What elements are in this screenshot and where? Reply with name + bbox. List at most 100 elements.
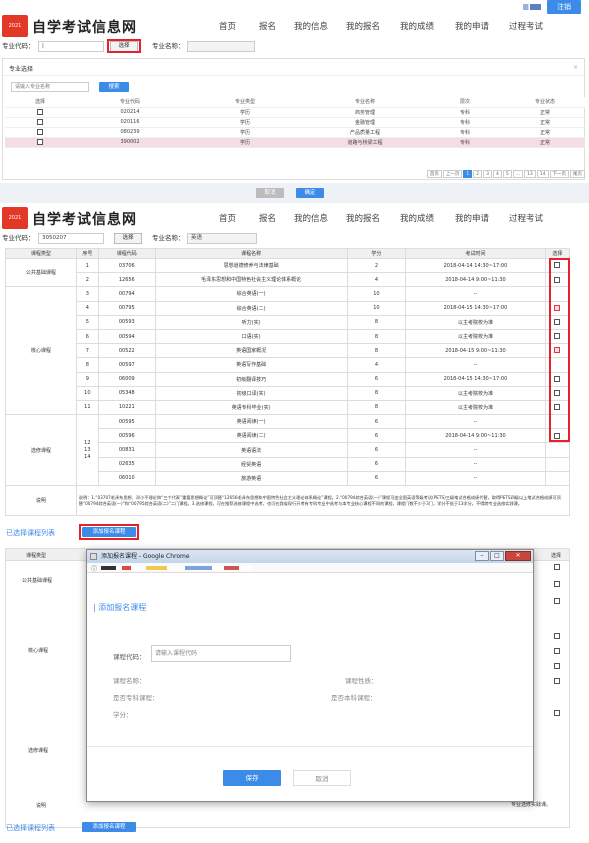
major-name-input[interactable] [187,41,255,52]
course-checkbox[interactable] [554,710,560,716]
confirm-button[interactable]: 确定 [296,188,324,198]
nav-register[interactable]: 报名 [259,20,276,32]
course-checkbox-checked[interactable] [554,347,561,354]
course-checkbox[interactable] [554,633,560,639]
page-4[interactable]: 4 [492,170,502,178]
cancel-button[interactable]: 取消 [256,188,284,198]
nav-process-exam[interactable]: 过程考试 [509,20,543,32]
add-course-button[interactable]: 添加报名课程 [82,822,136,832]
table-row[interactable]: 10 05348 初级口译(实) 8 以主考院校为准 [6,385,571,401]
nav-my-info[interactable]: 我的信息 [294,212,328,224]
page-5[interactable]: 5 [502,170,512,178]
course-code-input[interactable]: 请输入课程代码 [151,645,291,662]
table-row[interactable]: 选修课程 12 13 14 00595 英语阅读(一) 6 -- [5,414,571,486]
page-2[interactable]: 2 [473,170,483,178]
nav-register[interactable]: 报名 [259,212,276,224]
nav-my-registration[interactable]: 我的报名 [346,20,380,32]
major-code-input[interactable]: | [38,41,104,52]
table-row[interactable]: 4 00795 综合英语(二) 10 2018-04-15 14:30~17:00 [6,300,571,316]
page-next[interactable]: 下一页 [549,170,569,178]
table-row[interactable]: 8 00597 英语写作基础 4 -- [6,357,571,373]
nav-home[interactable]: 首页 [219,20,236,32]
page-last[interactable]: 尾页 [570,170,585,178]
nav-my-info[interactable]: 我的信息 [294,20,328,32]
save-button[interactable]: 保存 [223,770,281,786]
nav-my-applications[interactable]: 我的申请 [455,212,489,224]
nav-my-scores[interactable]: 我的成绩 [400,20,434,32]
minimize-button[interactable]: – [475,551,489,561]
cell: -- [405,456,546,472]
row-checkbox[interactable] [37,128,43,135]
row-checkbox[interactable] [37,108,43,115]
nav-my-registration[interactable]: 我的报名 [346,212,380,224]
course-checkbox[interactable] [554,390,561,397]
table-row[interactable]: 020214 学历 商务管理 专科 正常 [5,107,585,118]
course-checkbox[interactable] [554,404,561,411]
nav-my-scores[interactable]: 我的成绩 [400,212,434,224]
cell: 以主考院校为准 [405,385,546,401]
close-window-button[interactable]: ✕ [505,551,531,561]
table-row[interactable]: 6 00594 口语(实) 8 以主考院校为准 [6,328,571,345]
table-row[interactable]: 11 10221 英语专科毕业(实) 8 以主考院校为准 [6,399,571,416]
group-cell: 说明 [5,485,77,516]
table-row[interactable]: 公共基础课程 1 03706 思想道德修养与法律基础 2 2018-04-14 14:30… [5,257,571,288]
col-course-name: 课程名称 [154,248,348,259]
course-checkbox[interactable] [554,262,561,269]
cell: 00594 [97,328,156,345]
course-checkbox[interactable] [554,333,561,340]
course-checkbox[interactable] [554,663,560,669]
page-1[interactable]: 1 [463,170,473,178]
selected-courses-label: 已选择课程列表 [6,824,55,832]
table-row[interactable]: 2 12656 毛泽东思想和中国特色社会主义理论体系概论 4 2018-04-14 9:… [6,272,571,288]
cell: 6 [346,428,407,444]
cell: 毛泽东思想和中国特色社会主义理论体系概论 [154,272,348,288]
table-row[interactable]: 5 00593 听力(实) 8 以主考院校为准 [6,314,571,330]
table-row[interactable]: 9 06009 初级翻译技巧 6 2018-04-15 14:30~17:00 [6,371,571,387]
course-checkbox[interactable] [554,581,560,587]
row-checkbox[interactable] [37,138,43,145]
table-row[interactable]: 080239 学历 产品质量工程 专科 正常 [5,127,585,138]
major-table: 选择 专业代码 专业类型 专业名称 层次 专业状态 020214 学历 商务管理 专科… [5,97,585,148]
major-name-input[interactable]: 英语 [187,233,257,244]
course-checkbox[interactable] [554,648,560,654]
cell: 9 [75,371,99,387]
course-checkbox[interactable] [554,678,560,684]
cell: -- [405,357,546,373]
address-bar[interactable]: ⓘ [87,563,533,573]
major-code-input[interactable]: 3050207 [38,233,104,244]
course-checkbox-checked[interactable] [554,304,561,311]
row-checkbox[interactable] [37,118,43,125]
page-14[interactable]: 14 [536,170,549,178]
select-major-button[interactable]: 选择 [114,233,142,244]
cancel-button[interactable]: 取消 [293,770,351,786]
table-row[interactable]: 7 00522 英语国家概况 8 2018-04-15 9:00~11:30 [6,343,571,359]
cell: 8 [346,328,407,345]
page-icon [90,553,97,560]
course-checkbox[interactable] [554,276,561,283]
major-name-search-input[interactable]: 请输入专业名称 [11,82,89,92]
close-icon[interactable]: × [573,64,578,71]
course-checkbox[interactable] [554,564,560,570]
select-major-button[interactable]: 选择 [110,41,138,52]
table-row[interactable]: 核心课程 3 00794 综合英语(一) 10 -- [5,286,571,416]
page-3[interactable]: 3 [483,170,492,178]
course-checkbox[interactable] [554,375,561,382]
page-prev[interactable]: 上一页 [442,170,463,178]
course-checkbox[interactable] [554,319,561,326]
nav-process-exam[interactable]: 过程考试 [509,212,543,224]
nav-home[interactable]: 首页 [219,212,236,224]
cell: -- [405,442,546,458]
nav-my-applications[interactable]: 我的申请 [455,20,489,32]
logout-button[interactable]: 注销 [547,0,581,14]
cell: 专科 [425,107,505,118]
table-row[interactable]: 390002 学历 道路与桥梁工程 专科 正常 [5,137,585,148]
page-13[interactable]: 13 [524,170,536,178]
add-course-button[interactable]: 添加报名课程 [82,527,136,537]
cell: 正常 [505,107,585,118]
search-button[interactable]: 搜索 [99,82,129,92]
table-row[interactable]: 020116 学历 金融管理 专科 正常 [5,117,585,128]
course-checkbox[interactable] [554,598,560,604]
maximize-button[interactable]: □ [490,551,504,561]
page-first[interactable]: 首页 [426,170,442,178]
course-checkbox[interactable] [554,432,561,439]
